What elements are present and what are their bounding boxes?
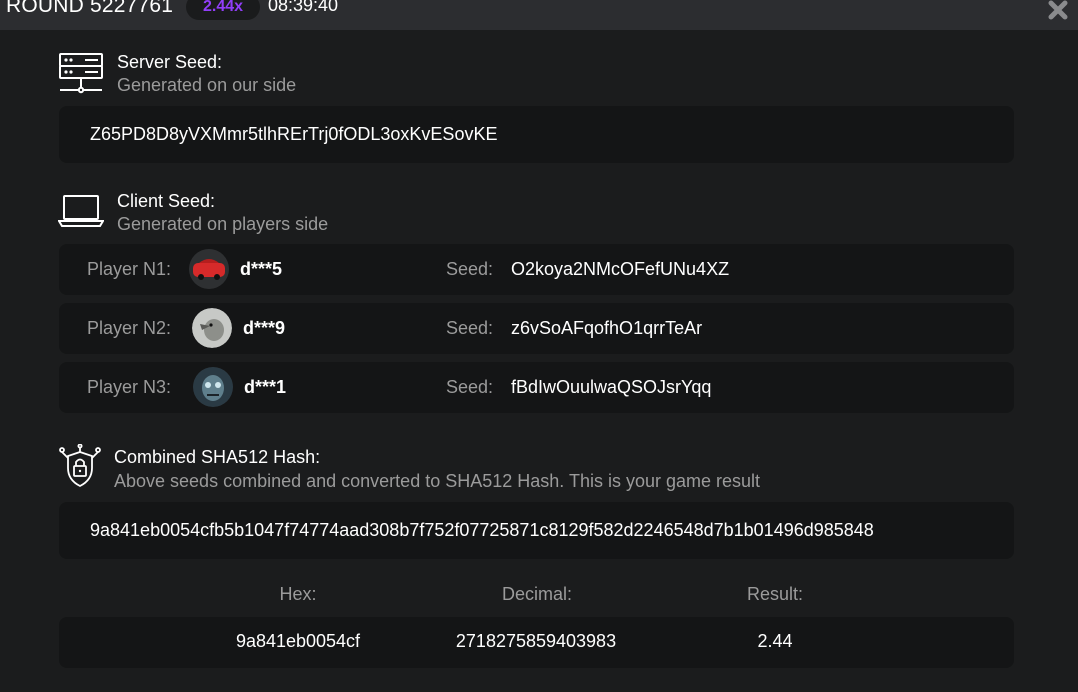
player-name: d***5 (240, 259, 283, 279)
zombie-avatar (193, 367, 233, 407)
hex-value: 9a841eb0054cf (235, 631, 361, 651)
close-icon[interactable] (1046, 0, 1070, 22)
combined-hash-title: Combined SHA512 Hash: (114, 447, 321, 467)
server-seed-subtitle: Generated on our side (117, 75, 297, 95)
round-header: ROUND 5227761 2.44x 08:39:40 (0, 0, 1078, 30)
decimal-label: Decimal: (501, 584, 572, 604)
player-label: Player N3: (87, 377, 172, 397)
player-name: d***1 (244, 377, 287, 397)
player-seed-value: fBdIwOuulwaQSOJsrYqq (511, 377, 712, 397)
player-label: Player N1: (87, 259, 172, 279)
result-value: 2.44 (757, 631, 793, 651)
round-title: ROUND 5227761 (6, 0, 174, 17)
combined-hash-subtitle: Above seeds combined and converted to SH… (114, 471, 761, 491)
player-seed-value: z6vSoAFqofhO1qrrTeAr (511, 318, 703, 338)
server-seed-panel: Z65PD8D8yVXMmr5tlhRErTrj0fODL3oxKvESovKE (59, 106, 1014, 163)
shield-lock-icon (59, 443, 101, 490)
client-seed-title: Client Seed: (117, 191, 216, 211)
player-name: d***9 (243, 318, 286, 338)
decimal-value: 2718275859403983 (455, 631, 617, 651)
combined-hash-panel: 9a841eb0054cfb5b1047f74774aad308b7f752f0… (59, 502, 1014, 559)
player-seed-value: O2koya2NMcOFefUNu4XZ (511, 259, 730, 279)
result-label: Result: (746, 584, 804, 604)
server-seed-value: Z65PD8D8yVXMmr5tlhRErTrj0fODL3oxKvESovKE (90, 124, 498, 144)
car-avatar (189, 249, 229, 289)
client-seed-subtitle: Generated on players side (117, 214, 329, 234)
round-time: 08:39:40 (268, 0, 339, 15)
player-label: Player N2: (87, 318, 172, 338)
player-row: Player N1: d***5 Seed: O2koya2NMcOFefUNu… (59, 244, 1014, 295)
hex-label: Hex: (279, 584, 317, 604)
seed-label: Seed: (446, 259, 494, 279)
player-row: Player N2: d***9 Seed: z6vSoAFqofhO1qrrT… (59, 303, 1014, 354)
combined-hash-value: 9a841eb0054cfb5b1047f74774aad308b7f752f0… (90, 520, 874, 540)
seed-label: Seed: (446, 318, 494, 338)
player-row: Player N3: d***1 Seed: fBdIwOuulwaQSOJsr… (59, 362, 1014, 413)
bird-avatar (192, 308, 232, 348)
multiplier-badge: 2.44x (186, 0, 260, 20)
seed-label: Seed: (446, 377, 494, 397)
server-icon (58, 52, 104, 96)
laptop-icon (57, 193, 105, 229)
server-seed-title: Server Seed: (117, 52, 223, 72)
result-panel: 9a841eb0054cf 2718275859403983 2.44 (59, 617, 1014, 668)
